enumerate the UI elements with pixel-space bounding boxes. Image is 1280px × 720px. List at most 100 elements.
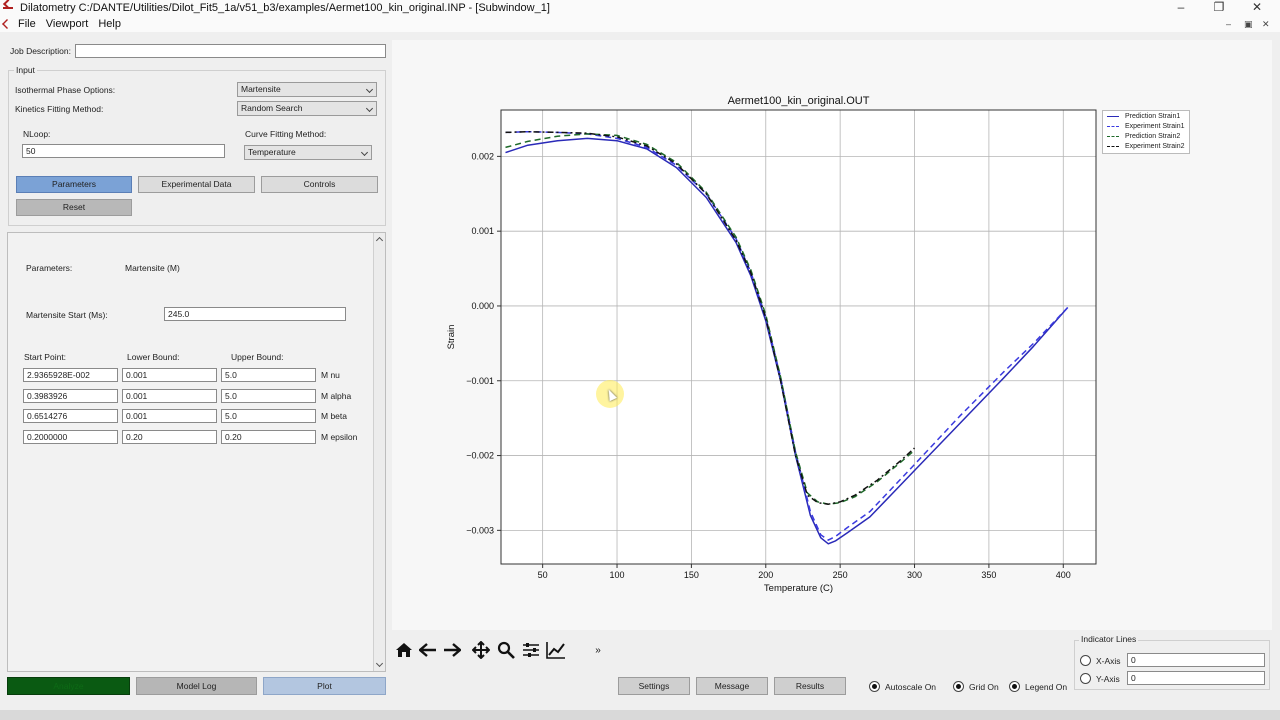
- legend-radio[interactable]: Legend On: [1009, 681, 1067, 692]
- controls-button[interactable]: Controls: [261, 176, 378, 193]
- upper-bound-input[interactable]: 5.0: [221, 389, 316, 403]
- start-point-input[interactable]: 0.2000000: [23, 430, 118, 444]
- subwindow-close-button[interactable]: ✕: [1262, 16, 1270, 32]
- close-button[interactable]: ✕: [1242, 0, 1272, 16]
- settings-button[interactable]: Settings: [618, 677, 690, 695]
- chevron-up-icon[interactable]: [375, 236, 384, 245]
- kinetics-value: Random Search: [241, 103, 303, 113]
- experimental-data-button[interactable]: Experimental Data: [138, 176, 255, 193]
- menu-help[interactable]: Help: [98, 18, 121, 30]
- upper-bound-input[interactable]: 0.20: [221, 430, 316, 444]
- model-log-button[interactable]: Model Log: [136, 677, 257, 695]
- kinetics-label: Kinetics Fitting Method:: [15, 104, 104, 114]
- menu-file[interactable]: File: [18, 18, 36, 30]
- lower-bound-input[interactable]: 0.001: [122, 389, 217, 403]
- lower-bound-input[interactable]: 0.001: [122, 409, 217, 423]
- chevron-down-icon: [365, 104, 374, 113]
- param-name: M epsilon: [321, 432, 358, 442]
- grid-radio[interactable]: Grid On: [953, 681, 999, 692]
- parameters-panel: Parameters: Martensite (M) Martensite St…: [7, 232, 386, 672]
- chevron-down-icon[interactable]: [375, 659, 384, 668]
- lower-bound-header: Lower Bound:: [127, 352, 180, 362]
- legend-label: Experiment Strain1: [1125, 123, 1185, 130]
- legend-swatch: [1107, 116, 1119, 117]
- toolbar-overflow-icon[interactable]: »: [588, 640, 608, 660]
- y-axis-label: Strain: [446, 325, 457, 350]
- forward-arrow-icon[interactable]: [442, 640, 462, 660]
- legend-swatch: [1107, 146, 1119, 147]
- autoscale-radio[interactable]: Autoscale On: [869, 681, 936, 692]
- y-tick-label: −0.003: [466, 525, 494, 535]
- pan-move-icon[interactable]: [471, 640, 491, 660]
- upper-bound-input[interactable]: 5.0: [221, 368, 316, 382]
- x-axis-radio[interactable]: X-Axis: [1080, 655, 1121, 666]
- x-tick-label: 150: [684, 570, 699, 580]
- subwindow-restore-button[interactable]: ▣: [1244, 16, 1253, 32]
- parameters-value: Martensite (M): [125, 263, 180, 273]
- radio-dot: [869, 681, 880, 692]
- legend-label: Prediction Strain2: [1125, 133, 1181, 140]
- chevron-down-icon: [365, 85, 374, 94]
- back-arrow-icon[interactable]: [418, 640, 438, 660]
- lower-bound-input[interactable]: 0.20: [122, 430, 217, 444]
- grid-label: Grid On: [969, 681, 999, 692]
- upper-bound-header: Upper Bound:: [231, 352, 284, 362]
- plot-button[interactable]: Plot: [263, 677, 386, 695]
- minimize-button[interactable]: –: [1166, 0, 1196, 16]
- x-tick-label: 400: [1056, 570, 1071, 580]
- param-name: M nu: [321, 370, 340, 380]
- chart-legend: Prediction Strain1 Experiment Strain1 Pr…: [1102, 110, 1190, 154]
- legend-item: Prediction Strain2: [1107, 132, 1180, 141]
- results-button[interactable]: Results: [774, 677, 846, 695]
- y-axis-radio[interactable]: Y-Axis: [1080, 673, 1120, 684]
- edit-axes-icon[interactable]: [546, 640, 566, 660]
- message-button[interactable]: Message: [696, 677, 768, 695]
- mouse-cursor-highlight: [596, 380, 624, 408]
- x-axis-label: Temperature (C): [764, 583, 833, 594]
- curve-fitting-label: Curve Fitting Method:: [245, 129, 327, 139]
- start-point-input[interactable]: 0.3983926: [23, 389, 118, 403]
- menu-viewport[interactable]: Viewport: [46, 18, 89, 30]
- param-name: M alpha: [321, 391, 352, 401]
- job-description-label: Job Description:: [10, 46, 71, 56]
- indicator-lines-title: Indicator Lines: [1079, 634, 1139, 644]
- panel-scrollbar[interactable]: [373, 233, 385, 671]
- legend-swatch: [1107, 126, 1119, 127]
- x-axis-label: X-Axis: [1096, 655, 1121, 666]
- window-title: Dilatometry C:/DANTE/Utilities/Dilot_Fit…: [20, 2, 550, 14]
- bottom-strip: [0, 710, 1280, 720]
- isothermal-select[interactable]: Martensite: [237, 82, 377, 97]
- analyze-button[interactable]: Analyze: [7, 677, 130, 695]
- radio-dot: [1080, 655, 1091, 666]
- subwindow-minimize-button[interactable]: –: [1226, 16, 1231, 32]
- autoscale-label: Autoscale On: [885, 681, 937, 692]
- maximize-button[interactable]: ❐: [1204, 0, 1234, 16]
- reset-button[interactable]: Reset: [16, 199, 132, 216]
- curve-fitting-select[interactable]: Temperature: [244, 145, 372, 160]
- y-tick-label: 0.000: [471, 301, 494, 311]
- nloop-input[interactable]: 50: [22, 144, 225, 158]
- y-axis-input[interactable]: 0: [1127, 671, 1265, 685]
- subplot-config-icon[interactable]: [521, 640, 541, 660]
- radio-dot: [1080, 673, 1091, 684]
- legend-label: Prediction Strain1: [1125, 113, 1181, 120]
- kinetics-select[interactable]: Random Search: [237, 101, 377, 116]
- param-name: M beta: [321, 411, 347, 421]
- martensite-start-label: Martensite Start (Ms):: [26, 310, 108, 320]
- y-tick-label: −0.002: [466, 451, 494, 461]
- x-tick-label: 300: [907, 570, 922, 580]
- home-icon[interactable]: [394, 640, 414, 660]
- plot-toolbar: »: [392, 638, 612, 662]
- lower-bound-input[interactable]: 0.001: [122, 368, 217, 382]
- upper-bound-input[interactable]: 5.0: [221, 409, 316, 423]
- job-description-input[interactable]: [75, 44, 386, 58]
- parameters-button[interactable]: Parameters: [16, 176, 132, 193]
- x-tick-label: 50: [538, 570, 548, 580]
- zoom-magnifier-icon[interactable]: [496, 640, 516, 660]
- x-axis-input[interactable]: 0: [1127, 653, 1265, 667]
- martensite-start-input[interactable]: 245.0: [164, 307, 346, 321]
- chevron-down-icon: [360, 148, 369, 157]
- start-point-input[interactable]: 0.6514276: [23, 409, 118, 423]
- y-tick-label: −0.001: [466, 376, 494, 386]
- start-point-input[interactable]: 2.9365928E-002: [23, 368, 118, 382]
